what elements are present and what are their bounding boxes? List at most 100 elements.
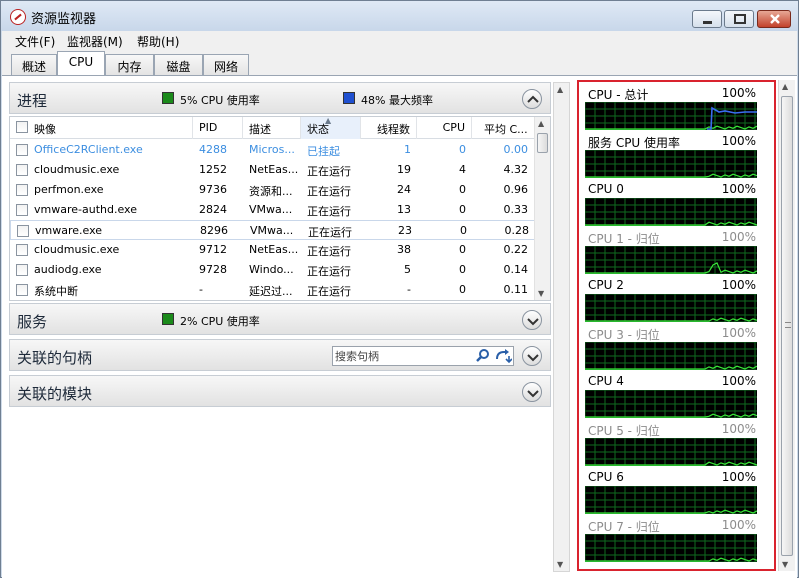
process-status: 正在运行 xyxy=(307,185,351,198)
scroll-down-arrow-icon[interactable]: ▼ xyxy=(557,560,563,569)
table-row[interactable]: vmware.exe 8296 VMwa... 正在运行 23 0 0.28 xyxy=(10,220,535,240)
graphs-scrollbar[interactable]: ▲ ▼ xyxy=(778,80,795,571)
process-description: NetEas... xyxy=(249,243,299,256)
process-pid: 8296 xyxy=(200,224,228,237)
refresh-icon[interactable] xyxy=(494,348,513,367)
modules-header[interactable]: 关联的模块 xyxy=(9,375,551,407)
cpu-usage-graph xyxy=(584,437,758,467)
table-row[interactable]: OfficeC2RClient.exe 4288 Micros... 已挂起 1 0 0.0… xyxy=(10,140,535,160)
process-status: 正在运行 xyxy=(307,245,351,258)
process-cpu: 4 xyxy=(459,163,466,176)
graph-label: CPU 5 - 归位 xyxy=(588,424,660,438)
left-pane-scrollbar[interactable]: ▲ ▼ xyxy=(553,82,570,572)
tab-disk[interactable]: 磁盘 xyxy=(154,54,203,75)
table-row[interactable]: audiodg.exe 9728 Windo... 正在运行 5 0 0.14 xyxy=(10,260,535,280)
process-checkbox[interactable] xyxy=(16,284,28,296)
process-image-name: audiodg.exe xyxy=(34,263,102,276)
graph-label: CPU 0 xyxy=(588,182,624,196)
process-checkbox[interactable] xyxy=(17,225,29,237)
processes-header[interactable]: 进程 5% CPU 使用率 48% 最大频率 xyxy=(9,82,551,114)
process-checkbox[interactable] xyxy=(16,144,28,156)
column-header-cpu[interactable]: CPU xyxy=(417,117,472,139)
process-threads: 38 xyxy=(397,243,411,256)
process-avg-cpu: 0.22 xyxy=(503,243,529,256)
table-row[interactable]: cloudmusic.exe 1252 NetEas... 正在运行 19 4 4.32 xyxy=(10,160,535,180)
modules-title: 关联的模块 xyxy=(17,385,93,403)
table-row[interactable]: vmware-authd.exe 2824 VMwa... 正在运行 13 0 0.33 xyxy=(10,200,535,220)
graph-scale-max: 100% xyxy=(721,134,756,148)
column-header-pid[interactable]: PID xyxy=(193,117,243,139)
scroll-up-arrow-icon[interactable]: ▲ xyxy=(557,85,563,94)
process-threads: 1 xyxy=(404,143,411,156)
menu-help[interactable]: 帮助(H) xyxy=(137,33,179,50)
column-header-description[interactable]: 描述 xyxy=(243,117,301,139)
process-description: 延迟过... xyxy=(249,285,293,298)
minimize-button[interactable] xyxy=(692,10,722,28)
process-checkbox[interactable] xyxy=(16,244,28,256)
process-pid: 4288 xyxy=(199,143,227,156)
cpu-usage-graph xyxy=(584,293,758,323)
process-cpu: 0 xyxy=(460,224,467,237)
process-status: 已挂起 xyxy=(307,145,340,158)
search-handles-input[interactable] xyxy=(335,348,473,364)
process-image-name: 系统中断 xyxy=(34,285,78,298)
process-avg-cpu: 0.33 xyxy=(503,203,529,216)
handles-title: 关联的句柄 xyxy=(17,349,93,367)
tab-overview[interactable]: 概述 xyxy=(11,54,57,75)
processes-collapse-button[interactable] xyxy=(522,89,542,109)
column-header-threads[interactable]: 线程数 xyxy=(361,117,417,139)
cpu-usage-graph xyxy=(584,101,758,131)
cpu-usage-graph xyxy=(584,485,758,515)
search-icon[interactable] xyxy=(475,348,491,367)
cpu-usage-graph xyxy=(584,533,758,563)
handles-expand-button[interactable] xyxy=(522,346,542,366)
select-all-checkbox[interactable] xyxy=(16,121,28,133)
process-threads: 5 xyxy=(404,263,411,276)
scroll-up-arrow-icon[interactable]: ▲ xyxy=(538,119,544,128)
table-row[interactable]: perfmon.exe 9736 资源和... 正在运行 24 0 0.96 xyxy=(10,180,535,200)
column-header-avg-cpu[interactable]: 平均 C... xyxy=(472,117,535,139)
scroll-down-arrow-icon[interactable]: ▼ xyxy=(538,289,544,298)
table-row[interactable]: cloudmusic.exe 9712 NetEas... 正在运行 38 0 0.22 xyxy=(10,240,535,260)
maximize-button[interactable] xyxy=(724,10,754,28)
menu-file[interactable]: 文件(F) xyxy=(15,33,55,50)
process-checkbox[interactable] xyxy=(16,184,28,196)
services-expand-button[interactable] xyxy=(522,310,542,330)
cpu-usage-legend-swatch xyxy=(162,92,174,104)
process-threads: 13 xyxy=(397,203,411,216)
tab-memory[interactable]: 内存 xyxy=(105,54,154,75)
process-checkbox[interactable] xyxy=(16,164,28,176)
menu-bar: 文件(F) 监视器(M) 帮助(H) xyxy=(2,31,797,51)
services-cpu-legend-swatch xyxy=(162,313,174,325)
title-bar[interactable]: 资源监视器 xyxy=(1,1,798,31)
process-threads: 23 xyxy=(398,224,412,237)
scroll-down-arrow-icon[interactable]: ▼ xyxy=(782,560,788,569)
tab-cpu[interactable]: CPU xyxy=(57,51,105,76)
processes-scrollbar-thumb[interactable] xyxy=(537,133,548,153)
close-button[interactable] xyxy=(757,10,791,28)
process-pid: 9712 xyxy=(199,243,227,256)
process-cpu: 0 xyxy=(459,203,466,216)
table-row[interactable]: 系统中断 - 延迟过... 正在运行 - 0 0.11 xyxy=(10,280,535,300)
search-handles-box xyxy=(332,346,514,366)
menu-monitor[interactable]: 监视器(M) xyxy=(67,33,123,50)
process-description: VMwa... xyxy=(250,224,294,237)
modules-expand-button[interactable] xyxy=(522,382,542,402)
column-header-status[interactable]: ▲ 状态 xyxy=(301,117,361,139)
scroll-up-arrow-icon[interactable]: ▲ xyxy=(782,82,788,91)
services-header[interactable]: 服务 2% CPU 使用率 xyxy=(9,303,551,335)
services-cpu-usage: 2% CPU 使用率 xyxy=(180,315,260,328)
processes-table-header: 映像 PID 描述 ▲ 状态 线程数 CPU 平均 C... xyxy=(10,117,535,139)
tab-network[interactable]: 网络 xyxy=(203,54,249,75)
process-threads: - xyxy=(407,283,411,296)
graphs-scrollbar-thumb[interactable] xyxy=(781,96,793,556)
graph-scale-max: 100% xyxy=(721,326,756,340)
process-status: 正在运行 xyxy=(307,285,351,298)
process-checkbox[interactable] xyxy=(16,264,28,276)
process-checkbox[interactable] xyxy=(16,204,28,216)
handles-header[interactable]: 关联的句柄 xyxy=(9,339,551,371)
column-header-image[interactable]: 映像 xyxy=(10,117,193,139)
processes-scrollbar[interactable]: ▲ ▼ xyxy=(534,117,550,300)
processes-title: 进程 xyxy=(17,92,48,110)
process-pid: 1252 xyxy=(199,163,227,176)
